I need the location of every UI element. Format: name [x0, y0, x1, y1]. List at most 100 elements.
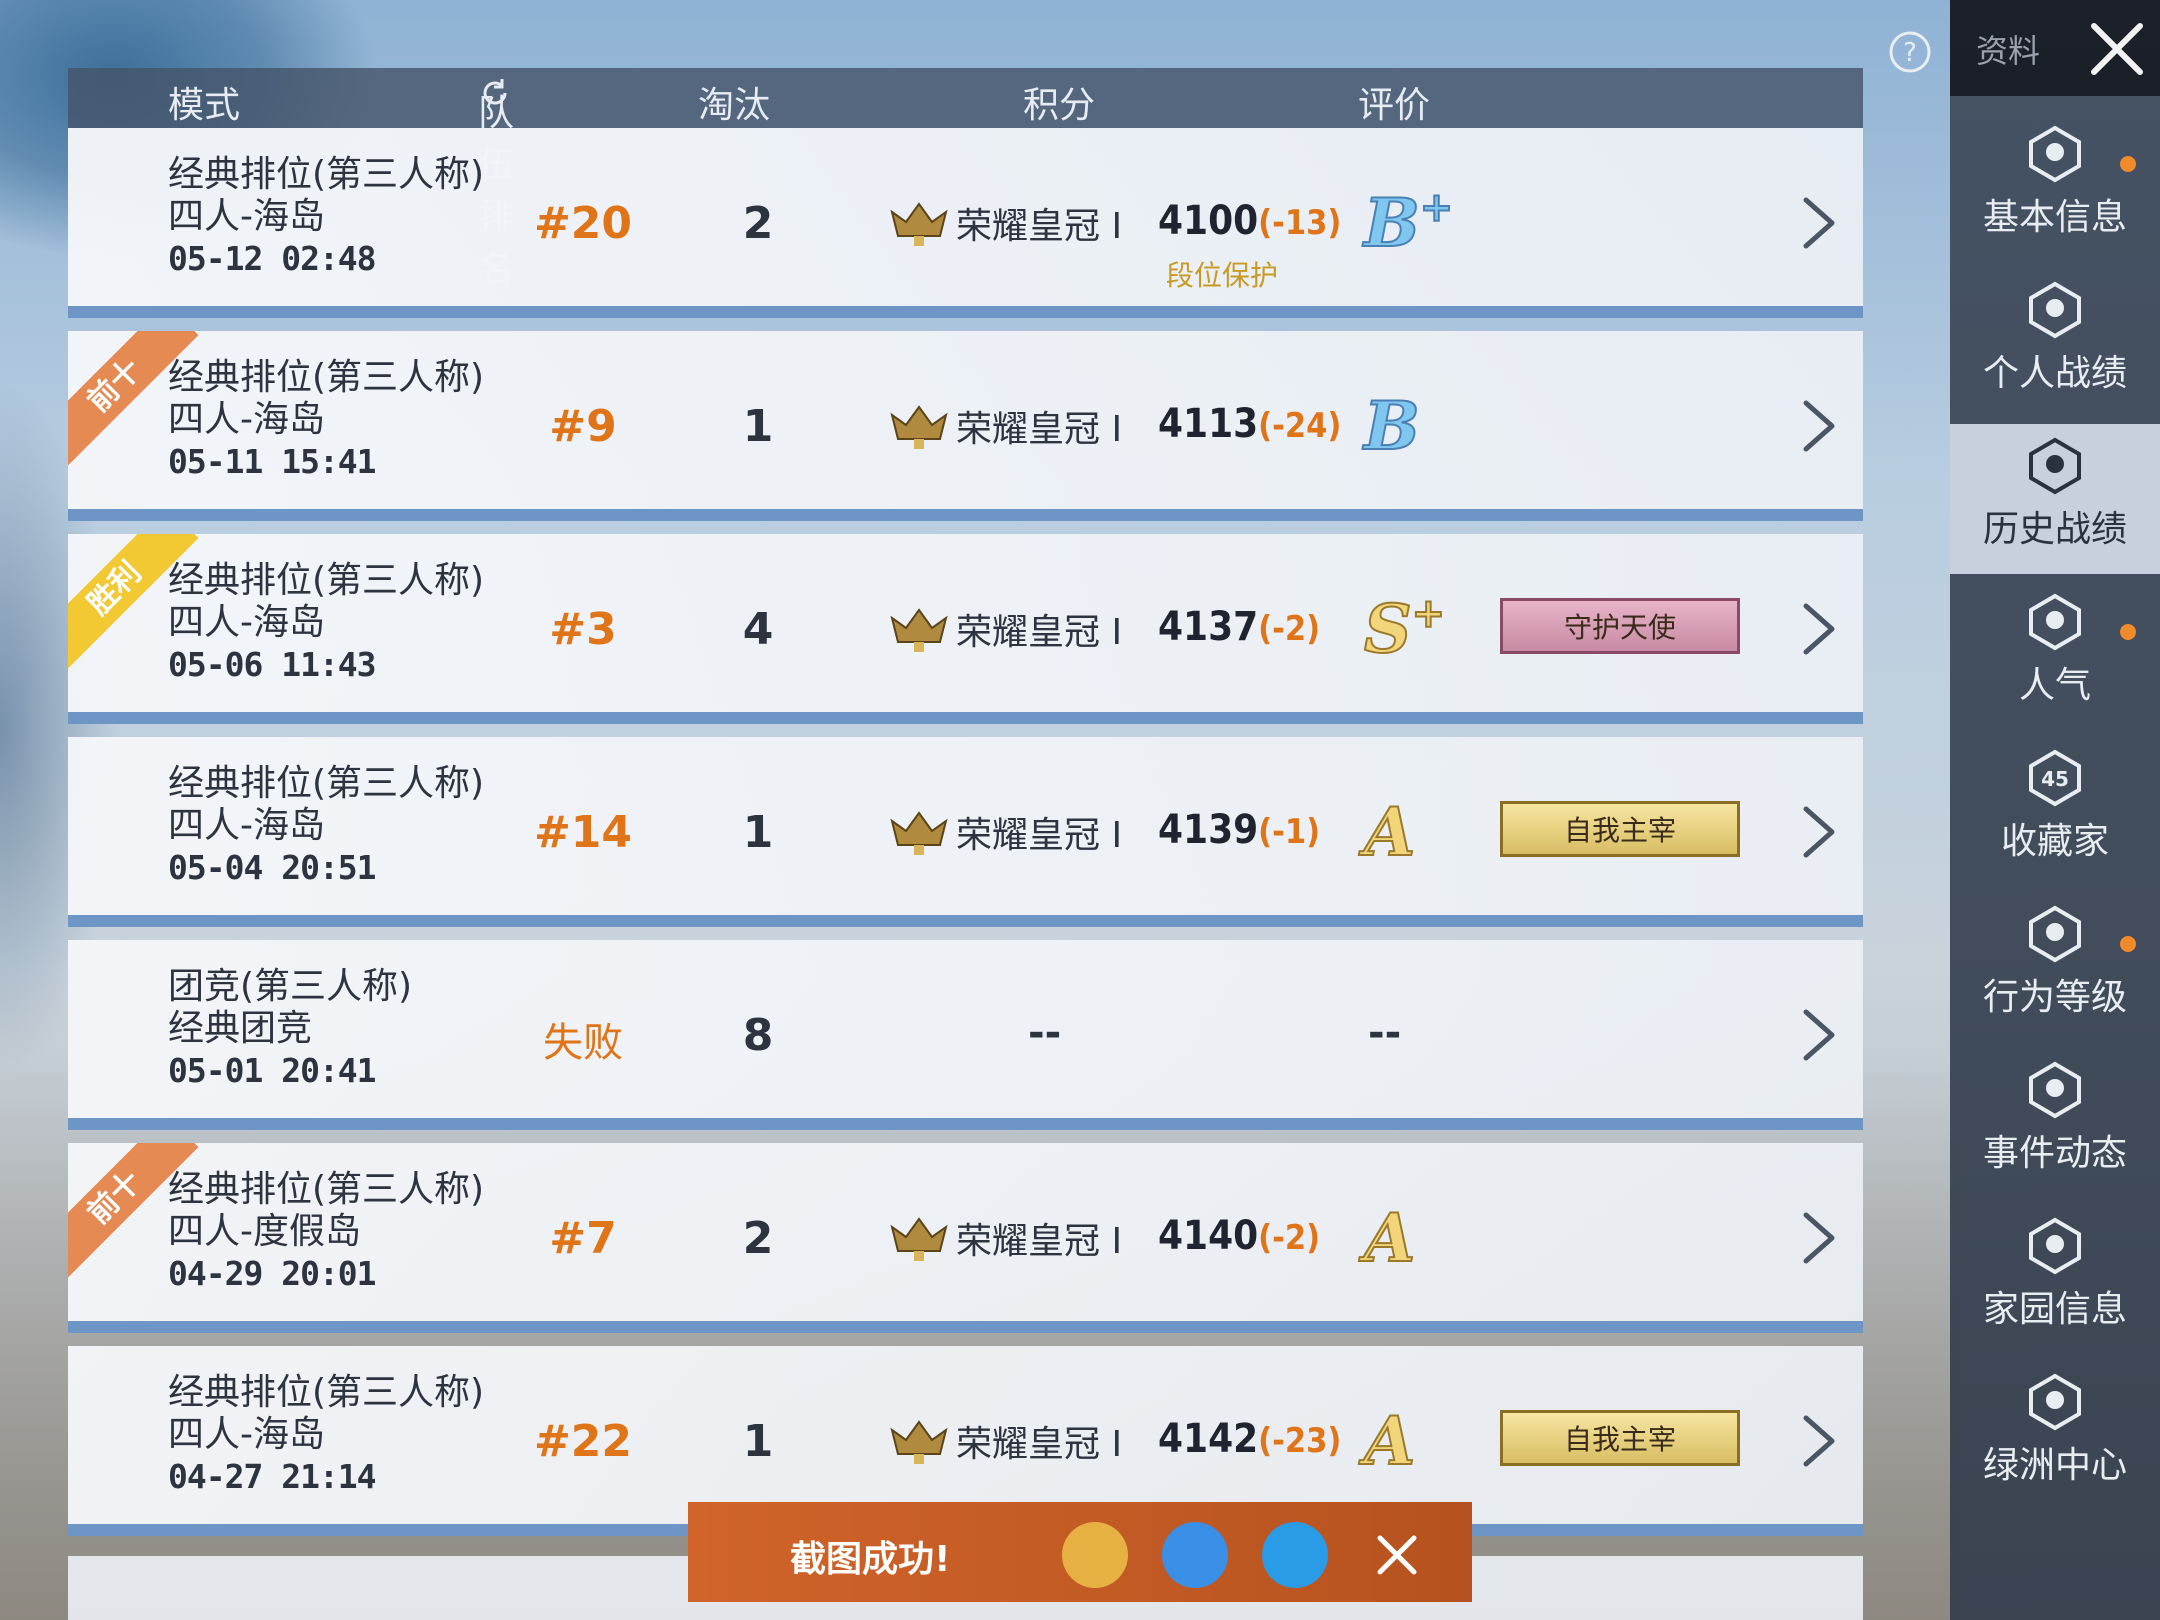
- history-row[interactable]: 前十 经典排位(第三人称) 四人-海岛 05-11 15:41 #9 1 荣耀皇冠 I 411…: [68, 331, 1863, 521]
- team-rank: 失败: [543, 1020, 623, 1066]
- sidebar-item-event-note[interactable]: 事件动态: [1950, 1048, 2160, 1198]
- eliminations: 1: [742, 401, 774, 452]
- sidebar-title: 资料: [1976, 32, 2041, 70]
- sidebar-top-bar: 资料: [1950, 0, 2160, 96]
- qq-share-icon[interactable]: [1162, 1522, 1228, 1588]
- header-score: 积分: [1023, 85, 1096, 126]
- map-name: 四人-海岛: [168, 399, 325, 440]
- mode-name: 经典排位(第三人称): [168, 1372, 485, 1413]
- sidebar-item-label: 个人战绩: [1982, 353, 2127, 394]
- profile-sidebar: 资料 基本信息个人战绩历史战绩人气 45 收藏家 行为等级 事件动态家园信息绿洲中心: [1950, 0, 2160, 1620]
- score-value: 4139: [1158, 807, 1259, 853]
- sidebar-item-label: 家园信息: [1982, 1289, 2127, 1330]
- sidebar-item-label: 历史战绩: [1982, 509, 2127, 550]
- chevron-right-icon[interactable]: [1788, 188, 1848, 258]
- score: 4142(-23): [1158, 1416, 1341, 1462]
- map-name: 经典团竞: [168, 1008, 313, 1049]
- tier-label: 荣耀皇冠 I: [956, 612, 1123, 653]
- score: 4140(-2): [1158, 1213, 1320, 1259]
- notification-dot: [2120, 624, 2136, 640]
- team-rank: #22: [533, 1416, 633, 1467]
- sidebar-item-user-badge[interactable]: 基本信息: [1950, 112, 2160, 262]
- history-row[interactable]: 胜利 经典排位(第三人称) 四人-海岛 05-06 11:43 #3 4 荣耀皇冠 I 413…: [68, 534, 1863, 724]
- sidebar-item-home[interactable]: 家园信息: [1950, 1204, 2160, 1354]
- header-team-rank[interactable]: 队伍排名: [478, 76, 514, 290]
- chevron-right-icon[interactable]: [1788, 391, 1848, 461]
- eliminations: 1: [742, 1416, 774, 1467]
- crown-tier-icon: [890, 811, 948, 855]
- table-header: 模式 队伍排名 淘汰 积分 评价: [68, 68, 1863, 290]
- tier: 荣耀皇冠 I: [888, 196, 1122, 250]
- tier: 荣耀皇冠 I: [888, 1211, 1122, 1265]
- close-icon[interactable]: [2082, 14, 2152, 84]
- team-rank: #7: [549, 1213, 617, 1264]
- sidebar-item-label: 绿洲中心: [1982, 1445, 2127, 1486]
- grade-letter: A: [1363, 1198, 1416, 1278]
- tier: 荣耀皇冠 I: [888, 805, 1122, 859]
- grade-letter: S: [1363, 589, 1413, 669]
- grade-letter: B: [1363, 183, 1421, 263]
- toast-close-icon[interactable]: [1372, 1530, 1422, 1580]
- mode-info: 经典排位(第三人称) 四人-海岛 05-11 15:41: [168, 357, 484, 483]
- chevron-right-icon[interactable]: [1788, 594, 1848, 664]
- notification-dot: [2120, 936, 2136, 952]
- qzone-share-icon[interactable]: [1262, 1522, 1328, 1588]
- chevron-right-icon[interactable]: [1788, 797, 1848, 867]
- match-date: 05-04 20:51: [168, 848, 377, 887]
- help-icon[interactable]: ?: [1888, 30, 1932, 74]
- eliminations: 2: [742, 1213, 774, 1264]
- grade-plus: +: [1419, 183, 1454, 232]
- tier-label: 荣耀皇冠 I: [956, 206, 1123, 247]
- grade-empty: --: [1368, 1010, 1402, 1056]
- achievement-badge: 自我主宰: [1500, 1410, 1740, 1466]
- sidebar-item-label: 人气: [2018, 665, 2091, 706]
- eliminations: 2: [742, 198, 774, 249]
- chevron-right-icon[interactable]: [1788, 1406, 1848, 1476]
- score: 4100(-13): [1158, 198, 1341, 244]
- chevron-right-icon[interactable]: [1788, 1000, 1848, 1070]
- match-date: 04-29 20:01: [168, 1254, 377, 1293]
- grade-plus: +: [1411, 589, 1446, 638]
- header-rating: 评价: [1358, 85, 1431, 126]
- score-value: 4137: [1158, 604, 1259, 650]
- sidebar-item-popularity[interactable]: 人气: [1950, 580, 2160, 730]
- team-rank: #9: [549, 401, 617, 452]
- share-friends-icon[interactable]: [1062, 1522, 1128, 1588]
- screenshot-toast: 截图成功!: [688, 1502, 1472, 1602]
- grade: B: [1363, 386, 1421, 466]
- sidebar-item-label: 基本信息: [1982, 197, 2127, 238]
- tier-label: 荣耀皇冠 I: [956, 1424, 1123, 1465]
- history-row[interactable]: 前十 经典排位(第三人称) 四人-度假岛 04-29 20:01 #7 2 荣耀皇冠 I 41…: [68, 1143, 1863, 1333]
- tier: 荣耀皇冠 I: [888, 602, 1122, 656]
- history-row[interactable]: 经典排位(第三人称) 四人-海岛 05-12 02:48 #20 2 荣耀皇冠 I 4100…: [68, 128, 1863, 318]
- user-badge-icon: [2029, 125, 2081, 183]
- match-date: 04-27 21:14: [168, 1457, 377, 1496]
- sidebar-item-history-doc[interactable]: 历史战绩: [1950, 424, 2160, 574]
- score-delta: (-13): [1258, 203, 1342, 243]
- sidebar-item-behavior-level[interactable]: 行为等级: [1950, 892, 2160, 1042]
- chevron-right-icon[interactable]: [1788, 1203, 1848, 1273]
- achievement-badge: 守护天使: [1500, 598, 1740, 654]
- sidebar-item-collector[interactable]: 45 收藏家: [1950, 736, 2160, 886]
- notification-dot: [2120, 156, 2136, 172]
- svg-text:?: ?: [1903, 38, 1917, 68]
- tier: 荣耀皇冠 I: [888, 399, 1122, 453]
- mode-name: 团竞(第三人称): [168, 966, 413, 1007]
- mode-info: 经典排位(第三人称) 四人-海岛 05-12 02:48: [168, 154, 484, 280]
- map-name: 四人-海岛: [168, 196, 325, 237]
- history-row[interactable]: 团竞(第三人称) 经典团竞 05-01 20:41 失败 8 -- --: [68, 940, 1863, 1130]
- match-date: 05-06 11:43: [168, 645, 377, 684]
- grade: A: [1363, 1401, 1416, 1481]
- grade: S+: [1363, 589, 1446, 669]
- team-rank: #14: [533, 807, 633, 858]
- grade: B+: [1363, 183, 1454, 263]
- sidebar-item-oasis-id[interactable]: 绿洲中心: [1950, 1360, 2160, 1510]
- rank-protect-note: 段位保护: [1166, 259, 1279, 292]
- grade-letter: B: [1363, 386, 1421, 466]
- mode-name: 经典排位(第三人称): [168, 154, 485, 195]
- crown-tier-icon: [890, 202, 948, 246]
- history-row[interactable]: 经典排位(第三人称) 四人-海岛 05-04 20:51 #14 1 荣耀皇冠 I 4139…: [68, 737, 1863, 927]
- sidebar-item-stats-chart[interactable]: 个人战绩: [1950, 268, 2160, 418]
- score-delta: (-2): [1258, 1218, 1321, 1258]
- mode-info: 经典排位(第三人称) 四人-度假岛 04-29 20:01: [168, 1169, 484, 1295]
